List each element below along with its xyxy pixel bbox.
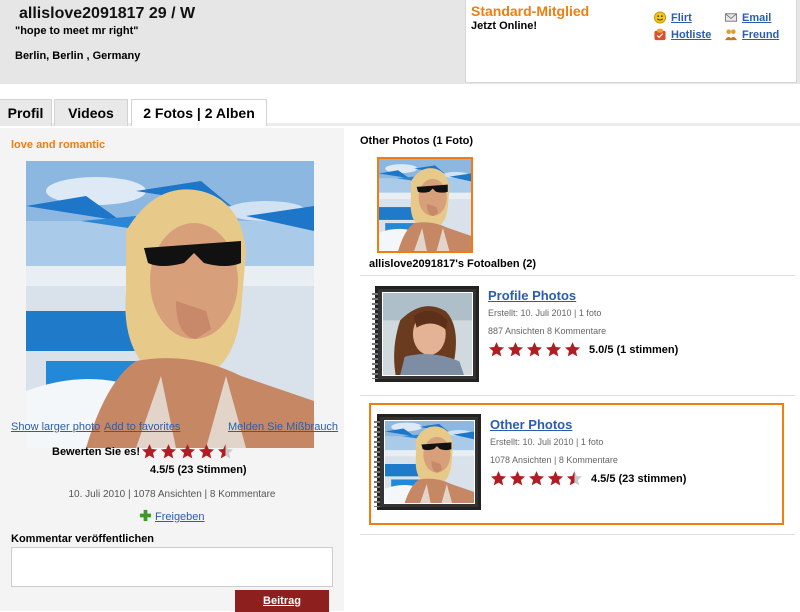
profile-header: allislove2091817 29 / W "hope to meet mr… (0, 0, 800, 84)
star-icon (545, 341, 562, 358)
other-photos-title: Other Photos (1 Foto) (360, 135, 474, 147)
show-larger-photo-link[interactable]: Show larger photo (11, 421, 100, 433)
album-cover[interactable] (374, 414, 481, 510)
comment-input[interactable] (11, 547, 333, 587)
album-card-other-photos: Other Photos Erstellt: 10. Juli 2010 | 1… (369, 403, 784, 525)
email-label: Email (742, 11, 772, 24)
report-abuse-link[interactable]: Melden Sie Mißbrauch (228, 421, 338, 433)
star-icon[interactable] (198, 443, 215, 460)
hotlist-link[interactable]: Hotliste (653, 28, 711, 41)
profile-location: Berlin, Berlin , Germany (15, 50, 141, 62)
star-half-icon (566, 470, 583, 487)
add-icon (139, 509, 152, 525)
star-icon (488, 341, 505, 358)
rate-label: Bewerten Sie es! (52, 446, 141, 458)
star-icon (490, 470, 507, 487)
album-cover[interactable] (372, 286, 479, 382)
email-link[interactable]: Email (724, 11, 771, 24)
star-icon[interactable] (141, 443, 158, 460)
album-rating-text: 4.5/5 (23 stimmen) (591, 473, 687, 485)
other-photo-thumbnail[interactable] (377, 157, 473, 253)
tab-profil[interactable]: Profil (0, 99, 52, 126)
album-rating-stars (488, 341, 583, 358)
tab-profil-label: Profil (7, 105, 44, 121)
star-icon[interactable] (179, 443, 196, 460)
albums-title: allislove2091817's Fotoalben (2) (369, 258, 537, 270)
hotlist-icon (653, 28, 667, 41)
album-card-profile-photos: Profile Photos Erstellt: 10. Juli 2010 |… (369, 282, 784, 402)
member-box: Standard-Mitglied Jetzt Online! Flirt Ho… (465, 0, 797, 83)
add-to-favorites-link[interactable]: Add to favorites (104, 421, 180, 433)
friend-link[interactable]: Freund (724, 28, 779, 41)
post-comment-button[interactable]: Beitrag (235, 590, 329, 612)
photo-panel: love and romantic Show larger photo Add … (0, 128, 344, 612)
membership-status: Standard-Mitglied (471, 3, 590, 19)
photo-meta: 10. Juli 2010 | 1078 Ansichten | 8 Komme… (68, 489, 276, 500)
tab-fotos[interactable]: 2 Fotos | 2 Alben (131, 99, 267, 126)
album-title-link[interactable]: Other Photos (490, 417, 572, 432)
star-half-icon[interactable] (217, 443, 234, 460)
star-icon[interactable] (160, 443, 177, 460)
flirt-label: Flirt (671, 11, 692, 24)
profile-tagline: "hope to meet mr right" (15, 25, 139, 37)
friend-label: Freund (742, 28, 780, 41)
tab-videos-label: Videos (68, 105, 114, 121)
tab-fotos-label: 2 Fotos | 2 Alben (143, 105, 255, 121)
divider (360, 534, 795, 535)
photo-caption: love and romantic (11, 139, 106, 151)
spiral-binding (374, 421, 380, 507)
main-photo[interactable] (26, 161, 314, 448)
star-icon (547, 470, 564, 487)
comment-title: Kommentar veröffentlichen (11, 533, 155, 545)
album-rating-stars (490, 470, 585, 487)
online-status: Jetzt Online! (471, 20, 538, 32)
star-icon (564, 341, 581, 358)
divider (360, 275, 795, 276)
star-icon (507, 341, 524, 358)
profile-tabs: Profil Videos 2 Fotos | 2 Alben (0, 99, 800, 126)
divider (360, 395, 795, 396)
flirt-link[interactable]: Flirt (653, 11, 692, 24)
album-title-link[interactable]: Profile Photos (488, 288, 576, 303)
friends-icon (724, 28, 738, 41)
star-icon (509, 470, 526, 487)
album-created: Erstellt: 10. Juli 2010 | 1 foto (490, 437, 604, 447)
hotlist-label: Hotliste (671, 28, 712, 41)
album-stats: 887 Ansichten 8 Kommentare (488, 326, 607, 336)
envelope-icon (724, 11, 738, 24)
album-created: Erstellt: 10. Juli 2010 | 1 foto (488, 308, 602, 318)
album-stats: 1078 Ansichten | 8 Kommentare (490, 455, 618, 465)
tab-videos[interactable]: Videos (54, 99, 128, 126)
share-link[interactable]: Freigeben (139, 509, 205, 525)
profile-username: allislove2091817 29 / W (19, 5, 196, 22)
rating-stars[interactable] (141, 443, 236, 460)
album-rating-text: 5.0/5 (1 stimmen) (589, 344, 679, 356)
star-icon (528, 470, 545, 487)
spiral-binding (372, 293, 378, 379)
share-label[interactable]: Freigeben (155, 511, 205, 523)
smiley-icon (653, 11, 667, 24)
star-icon (526, 341, 543, 358)
rating-summary: 4.5/5 (23 Stimmen) (150, 464, 247, 476)
